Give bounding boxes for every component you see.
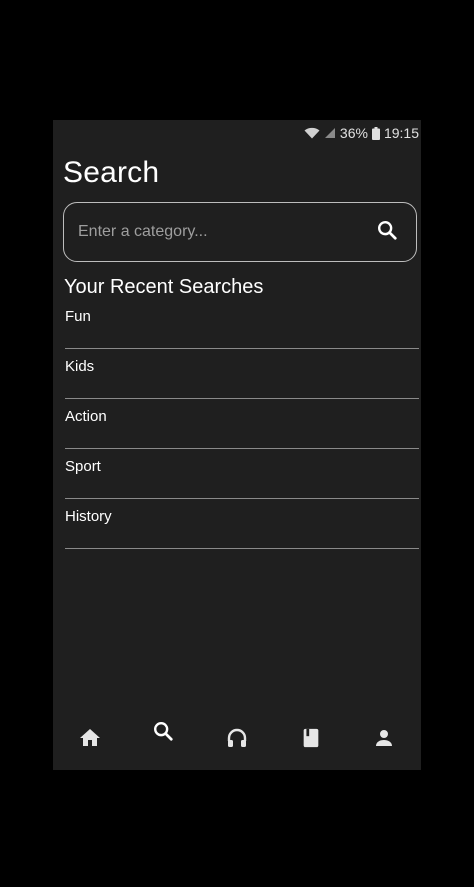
- book-icon: [300, 727, 322, 754]
- nav-books[interactable]: [291, 720, 331, 760]
- signal-icon: [324, 127, 336, 139]
- wifi-icon: [304, 127, 320, 139]
- person-icon: [372, 726, 396, 755]
- app-screen: 36% 19:15 Search Your Recent Searches Fu…: [53, 120, 421, 770]
- recent-search-item[interactable]: Action: [65, 400, 419, 449]
- status-bar: 36% 19:15: [304, 120, 421, 146]
- search-icon: [152, 720, 174, 747]
- search-icon[interactable]: [376, 219, 398, 246]
- home-icon: [78, 726, 102, 755]
- battery-percent: 36%: [339, 125, 368, 141]
- search-input[interactable]: [76, 222, 376, 242]
- battery-icon: [371, 126, 380, 140]
- nav-home[interactable]: [70, 720, 110, 760]
- clock: 19:15: [383, 125, 419, 141]
- nav-profile[interactable]: [364, 720, 404, 760]
- recent-search-item[interactable]: Fun: [65, 300, 419, 349]
- page-title: Search: [63, 156, 160, 189]
- bottom-nav: [53, 710, 421, 770]
- search-box[interactable]: [63, 202, 417, 262]
- recent-search-item[interactable]: Sport: [65, 450, 419, 499]
- nav-search[interactable]: [143, 713, 183, 753]
- recent-search-item[interactable]: History: [65, 500, 419, 549]
- recent-searches-list: Fun Kids Action Sport History: [65, 300, 419, 549]
- nav-audio[interactable]: [217, 720, 257, 760]
- headphones-icon: [225, 726, 249, 755]
- recent-searches-title: Your Recent Searches: [64, 276, 264, 298]
- recent-search-item[interactable]: Kids: [65, 350, 419, 399]
